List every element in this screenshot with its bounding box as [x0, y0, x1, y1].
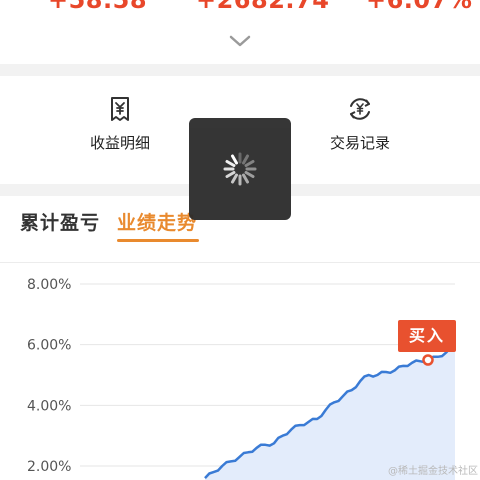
income-details-button[interactable]: 收益明细: [50, 96, 190, 153]
series-area: [205, 346, 455, 480]
watermark: @稀土掘金技术社区: [388, 466, 478, 477]
chart-svg: 8.00% 6.00% 4.00% 2.00%: [27, 277, 456, 480]
performance-chart: 8.00% 6.00% 4.00% 2.00%: [0, 263, 480, 480]
y-tick-label: 2.00%: [27, 459, 71, 475]
exchange-yen-icon: [350, 98, 370, 120]
spinner-spoke: [242, 173, 249, 184]
summary-value-2: +2682.74: [196, 0, 330, 14]
tab-cumulative-pnl[interactable]: 累计盈亏: [20, 208, 100, 235]
section-divider: [0, 64, 480, 76]
summary-value-1: +58.58: [48, 0, 148, 14]
loading-spinner-icon: [223, 152, 257, 186]
active-tab-indicator: [117, 239, 199, 242]
spinner-spoke: [225, 160, 236, 167]
spinner-spoke: [244, 160, 255, 167]
spinner-spoke: [244, 171, 255, 178]
spinner-spoke: [231, 154, 238, 165]
summary-value-3: +6.07%: [366, 0, 473, 14]
y-tick-label: 6.00%: [27, 338, 71, 354]
buy-marker-point[interactable]: [422, 354, 434, 366]
spinner-spoke: [231, 173, 238, 184]
chevron-down-icon[interactable]: [228, 34, 252, 48]
loading-overlay: [189, 118, 291, 220]
y-tick-label: 4.00%: [27, 398, 71, 414]
buy-marker-label: 买入: [398, 320, 456, 352]
receipt-yen-icon: [111, 97, 129, 121]
spinner-spoke: [242, 154, 249, 165]
income-details-label: 收益明细: [89, 134, 150, 152]
summary-strip: +58.58 +2682.74 +6.07%: [0, 0, 480, 64]
spinner-spoke: [225, 171, 236, 178]
y-tick-label: 8.00%: [27, 277, 71, 293]
tab-performance-trend[interactable]: 业绩走势: [117, 208, 197, 235]
trade-records-label: 交易记录: [329, 134, 390, 152]
trade-records-button[interactable]: 交易记录: [290, 96, 430, 153]
